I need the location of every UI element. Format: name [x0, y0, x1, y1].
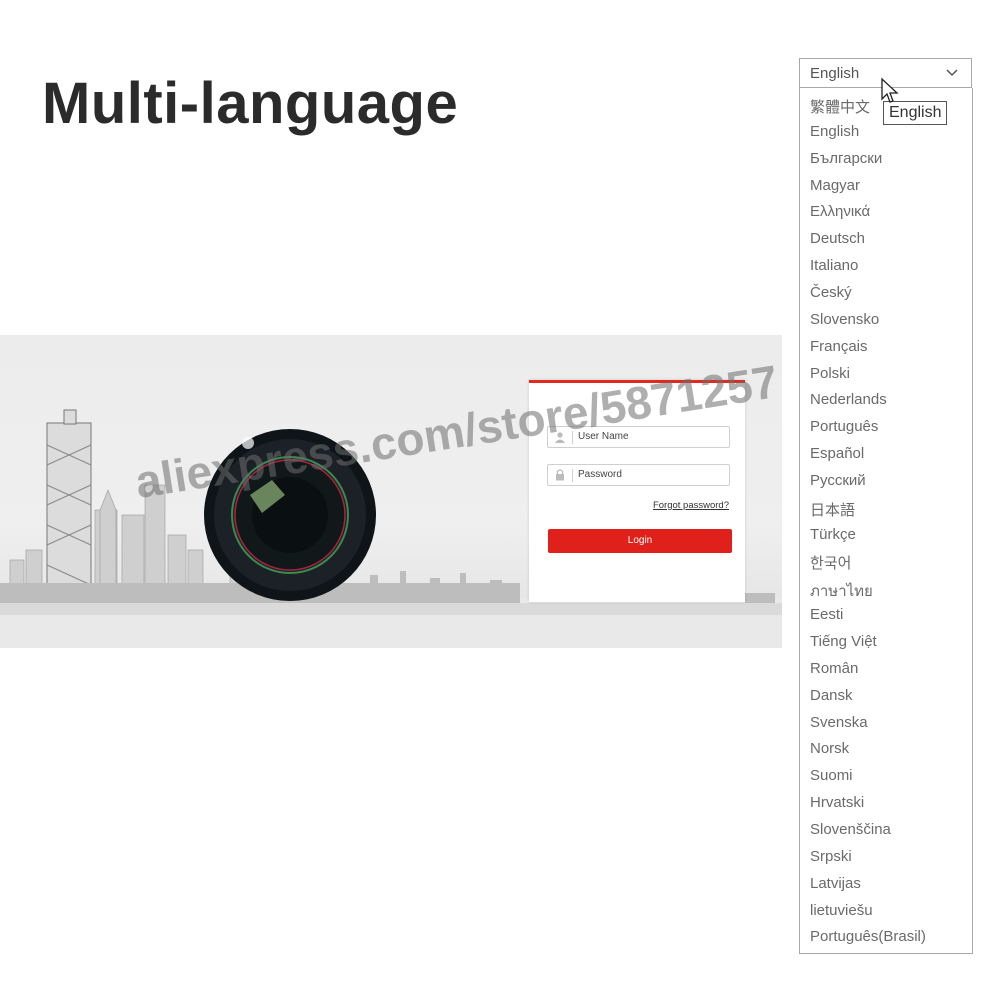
- forgot-password-link[interactable]: Forgot password?: [653, 500, 729, 511]
- language-option[interactable]: Русский: [810, 472, 866, 489]
- language-option[interactable]: Tiếng Việt: [810, 633, 877, 650]
- language-option[interactable]: Český: [810, 284, 852, 301]
- language-option[interactable]: Slovenščina: [810, 821, 891, 838]
- chevron-down-icon: [946, 69, 958, 77]
- language-option[interactable]: lietuviešu: [810, 902, 873, 919]
- language-option[interactable]: Eesti: [810, 606, 843, 623]
- lock-icon: [556, 469, 564, 481]
- language-option[interactable]: Italiano: [810, 257, 858, 274]
- language-option[interactable]: 한국어: [810, 552, 851, 573]
- language-option[interactable]: 繁體中文: [810, 96, 870, 117]
- language-option[interactable]: ภาษาไทย: [810, 579, 873, 603]
- language-option[interactable]: Dansk: [810, 687, 853, 704]
- language-option[interactable]: Srpski: [810, 848, 852, 865]
- language-option[interactable]: Norsk: [810, 740, 849, 757]
- language-option[interactable]: Ελληνικά: [810, 203, 870, 220]
- password-placeholder: Password: [578, 469, 622, 480]
- language-option[interactable]: Português(Brasil): [810, 928, 926, 945]
- language-option[interactable]: Român: [810, 660, 858, 677]
- language-option[interactable]: Magyar: [810, 177, 860, 194]
- language-option[interactable]: Hrvatski: [810, 794, 864, 811]
- language-option[interactable]: Deutsch: [810, 230, 865, 247]
- tower-building: [46, 409, 92, 599]
- password-field[interactable]: Password: [547, 464, 730, 486]
- language-option[interactable]: Français: [810, 338, 868, 355]
- language-select-value: English: [810, 65, 860, 82]
- language-option[interactable]: Slovensko: [810, 311, 879, 328]
- language-option[interactable]: 日本語: [810, 499, 855, 520]
- language-option[interactable]: Polski: [810, 365, 850, 382]
- language-option[interactable]: Svenska: [810, 714, 868, 731]
- language-option[interactable]: Türkçe: [810, 526, 856, 543]
- page-title: Multi-language: [42, 71, 459, 136]
- language-option[interactable]: Nederlands: [810, 391, 887, 408]
- language-option[interactable]: Latvijas: [810, 875, 861, 892]
- language-option[interactable]: Português: [810, 418, 878, 435]
- login-button[interactable]: Login: [548, 529, 732, 553]
- language-option[interactable]: Español: [810, 445, 864, 462]
- field-separator: [572, 469, 573, 482]
- language-option[interactable]: English: [810, 123, 859, 140]
- language-option[interactable]: Suomi: [810, 767, 853, 784]
- language-dropdown-list: 繁體中文 English Български Magyar Ελληνικά Deutsc…: [799, 88, 973, 954]
- language-option[interactable]: Български: [810, 150, 882, 167]
- mouse-cursor-icon: [881, 77, 899, 103]
